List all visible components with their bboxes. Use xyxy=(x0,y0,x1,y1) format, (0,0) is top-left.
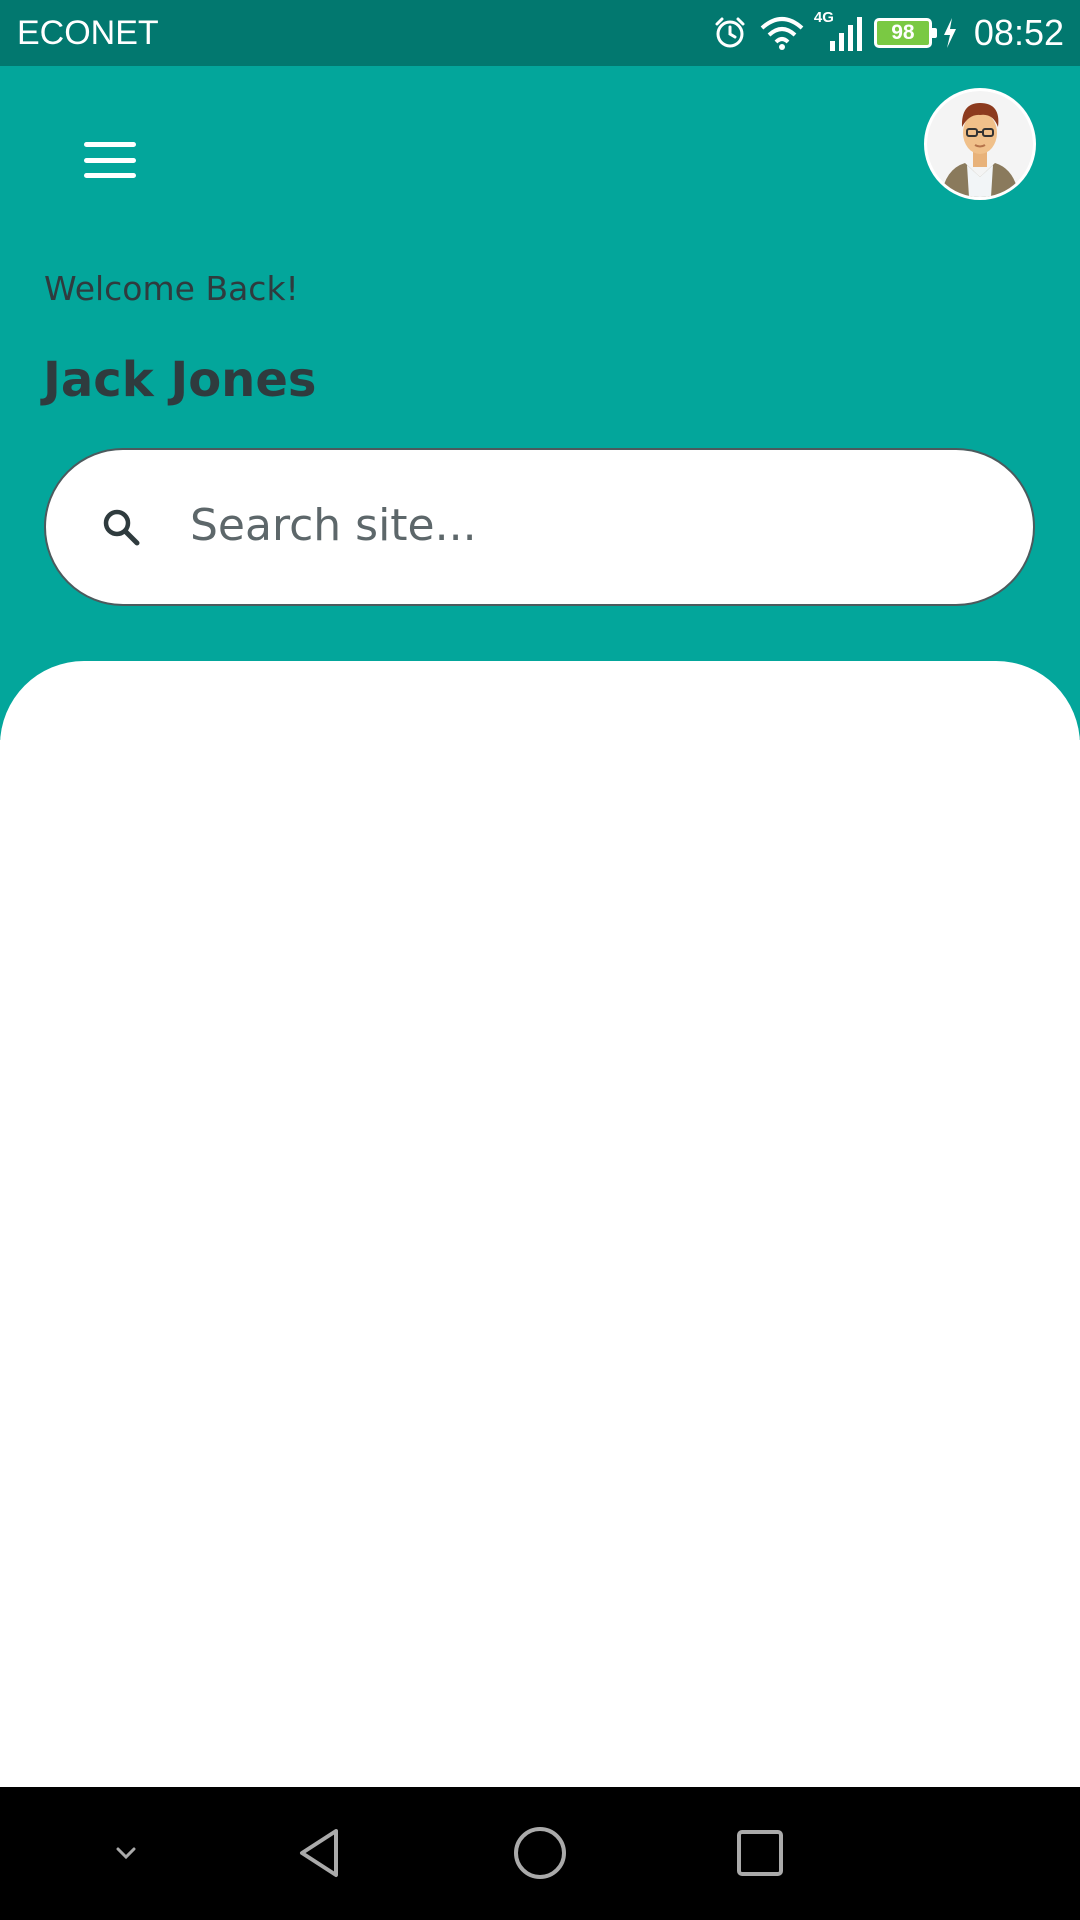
carrier-name: ECONET xyxy=(17,14,159,52)
alarm-icon xyxy=(712,15,748,51)
chevron-down-icon xyxy=(116,1847,136,1860)
battery-level: 98 xyxy=(891,21,915,44)
back-button[interactable] xyxy=(280,1813,360,1893)
signal-icon: 4G xyxy=(814,9,864,53)
search-input[interactable] xyxy=(190,490,990,560)
header: Welcome Back! Jack Jones xyxy=(0,66,1080,740)
app-screen: ECONET 4G 98 08:52 Welcome Back! Jack Jo… xyxy=(0,0,1080,1920)
status-icons: 4G 98 08:52 xyxy=(712,8,1064,58)
navigation-bar xyxy=(0,1787,1080,1920)
content-panel xyxy=(0,661,1080,1787)
status-time: 08:52 xyxy=(973,12,1064,53)
charging-icon xyxy=(942,18,958,48)
recents-button[interactable] xyxy=(720,1813,800,1893)
home-button[interactable] xyxy=(500,1813,580,1893)
hamburger-menu-icon xyxy=(84,142,136,178)
network-type-label: 4G xyxy=(813,9,834,26)
search-icon[interactable] xyxy=(100,506,144,550)
status-bar: ECONET 4G 98 08:52 xyxy=(0,0,1080,66)
search-bar[interactable] xyxy=(44,448,1035,606)
battery-icon: 98 xyxy=(873,18,937,48)
home-icon xyxy=(514,1827,566,1879)
wifi-icon xyxy=(758,14,806,52)
avatar[interactable] xyxy=(924,88,1036,200)
welcome-text: Welcome Back! xyxy=(44,269,299,308)
user-avatar-icon xyxy=(927,91,1033,197)
recents-icon xyxy=(737,1830,783,1876)
back-icon xyxy=(300,1829,338,1877)
menu-button[interactable] xyxy=(70,120,150,200)
collapse-button[interactable] xyxy=(86,1813,166,1893)
user-name: Jack Jones xyxy=(43,352,317,408)
